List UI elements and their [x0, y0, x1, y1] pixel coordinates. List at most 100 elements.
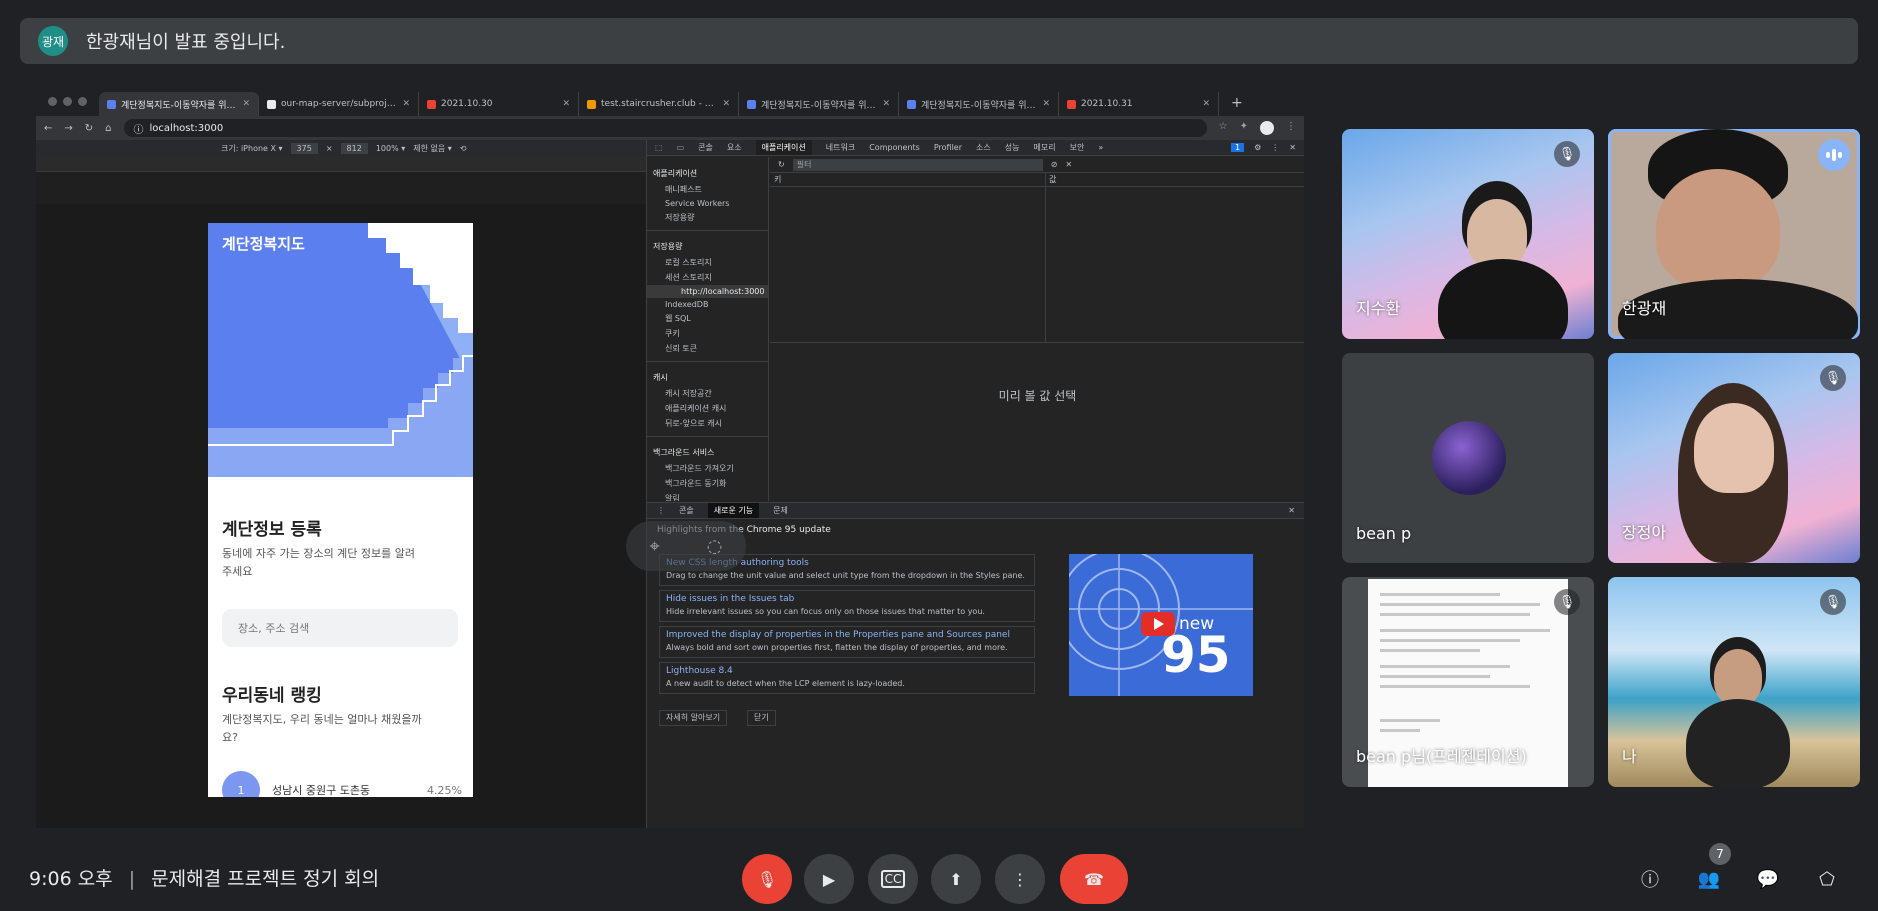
devtools-tab[interactable]: 보안 — [1070, 142, 1085, 153]
inspect-icon[interactable]: ⬚ — [655, 143, 663, 152]
window-controls[interactable] — [36, 97, 99, 116]
self-tile[interactable]: 🎙 나 — [1608, 577, 1860, 787]
devtools-tab[interactable]: 콘솔 — [698, 142, 713, 153]
drawer-menu-icon[interactable]: ⋮ — [657, 506, 665, 515]
rotate-icon[interactable]: ⟲ — [460, 144, 467, 153]
devtools-menu-icon[interactable]: ⋮ — [1271, 143, 1279, 152]
tab-close-icon[interactable]: ✕ — [722, 99, 730, 109]
tab-close-icon[interactable]: ✕ — [882, 99, 890, 109]
more-options-button[interactable]: ⋮ — [995, 854, 1045, 904]
whats-new-feature[interactable]: Hide issues in the Issues tab Hide irrele… — [659, 590, 1035, 622]
zoom-select[interactable]: 100% ▾ — [376, 144, 405, 153]
participant-tile[interactable]: 🎙 장정아 — [1608, 353, 1860, 563]
devtools-tab[interactable]: » — [1098, 143, 1103, 152]
filter-input[interactable]: 필터 — [792, 158, 1043, 171]
sidebar-item[interactable]: 세션 스토리지 — [647, 270, 768, 285]
tab-close-icon[interactable]: ✕ — [562, 99, 570, 109]
devtools-tab[interactable]: 애플리케이션 — [755, 140, 812, 155]
browser-tab[interactable]: 계단정복지도-이동약자를 위한 접근성 ✕ — [899, 92, 1059, 116]
drawer-tab[interactable]: 새로운 기능 — [707, 503, 760, 518]
sidebar-item[interactable]: http://localhost:3000 — [647, 285, 768, 298]
presentation-tile[interactable]: 🎙 bean p님(프레젠테이션) — [1342, 577, 1594, 787]
refresh-icon[interactable]: ↻ — [778, 160, 785, 169]
camera-toggle-button[interactable]: ▶ — [804, 854, 854, 904]
feature-title[interactable]: Hide issues in the Issues tab — [666, 594, 1028, 604]
fullscreen-icon[interactable]: ◌ — [707, 536, 723, 557]
sidebar-item[interactable]: Service Workers — [647, 197, 768, 210]
bookmark-star-icon[interactable]: ☆ — [1219, 121, 1228, 135]
whats-new-feature[interactable]: Improved the display of properties in th… — [659, 626, 1035, 658]
sidebar-item[interactable]: 알림 — [647, 491, 768, 501]
sidebar-item[interactable]: 뒤로-앞으로 캐시 — [647, 416, 768, 431]
key-column[interactable]: 키 — [770, 173, 1045, 186]
learn-more-button[interactable]: 자세히 알아보기 — [659, 710, 728, 726]
drawer-close-icon[interactable]: ✕ — [1288, 506, 1295, 515]
browser-tab[interactable]: 계단정복지도-이동약자를 위한 접근성 ✕ — [739, 92, 899, 116]
devtools-tab[interactable]: 메모리 — [1033, 142, 1055, 153]
sidebar-item[interactable]: 저장용량 — [647, 210, 768, 225]
devtools-tab[interactable]: 요소 — [727, 142, 742, 153]
device-width-input[interactable]: 375 — [290, 142, 318, 154]
browser-tab[interactable]: test.staircrusher.club - S3 bucket ✕ — [579, 92, 739, 116]
home-icon[interactable]: ⌂ — [105, 123, 111, 134]
browser-tab[interactable]: 계단정복지도-이동약자를 위한 접근성 ✕ — [99, 92, 259, 116]
sidebar-item[interactable]: IndexedDB — [647, 298, 768, 311]
devtools-tab[interactable]: Profiler — [934, 143, 962, 152]
chrome-95-video-thumbnail[interactable]: new 95 — [1069, 554, 1253, 696]
shared-screen[interactable]: 계단정복지도-이동약자를 위한 접근성✕our-map-server/subpr… — [36, 86, 1304, 828]
leave-call-button[interactable]: ☎ — [1060, 854, 1128, 904]
devtools-tab[interactable]: 성능 — [1005, 142, 1020, 153]
reload-icon[interactable]: ↻ — [85, 123, 93, 134]
chat-icon[interactable]: 💬 — [1753, 864, 1783, 894]
sidebar-item[interactable]: 백그라운드 동기화 — [647, 476, 768, 491]
sidebar-item[interactable]: 쿠키 — [647, 326, 768, 341]
new-tab-icon[interactable]: + — [1219, 95, 1255, 116]
activities-icon[interactable]: ⬠ — [1812, 864, 1842, 894]
browser-tab[interactable]: 2021.10.31 ✕ — [1059, 92, 1219, 116]
unpin-icon[interactable]: ⌖ — [650, 536, 660, 557]
participant-tile[interactable]: bean p — [1342, 353, 1594, 563]
feature-title[interactable]: Improved the display of properties in th… — [666, 630, 1028, 640]
meeting-details-icon[interactable]: ⓘ — [1635, 864, 1665, 894]
clear-all-icon[interactable]: ⊘ — [1051, 160, 1058, 169]
sidebar-item[interactable]: 로컬 스토리지 — [647, 255, 768, 270]
issues-badge[interactable]: 1 — [1231, 143, 1245, 152]
whats-new-feature[interactable]: Lighthouse 8.4 A new audit to detect when… — [659, 662, 1035, 694]
storage-table[interactable] — [770, 173, 1304, 343]
forward-icon[interactable]: → — [64, 123, 72, 134]
place-search-input[interactable] — [222, 609, 458, 647]
sidebar-item[interactable]: 신뢰 토큰 — [647, 341, 768, 356]
extensions-icon[interactable]: ✦ — [1240, 121, 1248, 135]
tab-close-icon[interactable]: ✕ — [242, 99, 250, 109]
ranking-row[interactable]: 1 성남시 중원구 도촌동 4.25% — [222, 771, 462, 797]
value-column[interactable]: 값 — [1045, 173, 1056, 186]
present-button[interactable]: ⬆ — [931, 854, 981, 904]
drawer-tab[interactable]: 콘솔 — [679, 505, 694, 516]
participant-tile[interactable]: 🎙 지수환 — [1342, 129, 1594, 339]
delete-selected-icon[interactable]: ✕ — [1065, 160, 1072, 169]
devtools-tab[interactable]: 네트워크 — [826, 142, 855, 153]
sidebar-item[interactable]: 캐시 저장공간 — [647, 386, 768, 401]
drawer-tab[interactable]: 문제 — [773, 505, 788, 516]
tab-close-icon[interactable]: ✕ — [1202, 99, 1210, 109]
participant-tile-speaking[interactable]: 한광재 — [1608, 129, 1860, 339]
device-toggle-icon[interactable]: ▭ — [677, 143, 685, 152]
device-height-input[interactable]: 812 — [340, 142, 368, 154]
pin-overlay[interactable]: ⌖ ◌ — [626, 521, 746, 571]
sidebar-item[interactable]: 매니페스트 — [647, 182, 768, 197]
mic-toggle-button[interactable]: 🎙 — [742, 854, 792, 904]
browser-tab[interactable]: our-map-server/subprojects ✕ — [259, 92, 419, 116]
sidebar-item[interactable]: 백그라운드 가져오기 — [647, 461, 768, 476]
people-icon[interactable]: 👥 — [1694, 864, 1724, 894]
settings-gear-icon[interactable]: ⚙ — [1254, 143, 1261, 152]
browser-menu-icon[interactable]: ⋮ — [1286, 121, 1296, 135]
devtools-tab[interactable]: 소스 — [976, 142, 991, 153]
back-icon[interactable]: ← — [44, 123, 52, 134]
devtools-close-icon[interactable]: ✕ — [1289, 143, 1296, 152]
hamburger-menu-icon[interactable]: ☰ — [447, 233, 461, 252]
close-whats-new-button[interactable]: 닫기 — [747, 710, 776, 726]
captions-button[interactable]: CC — [868, 854, 918, 904]
device-select[interactable]: 크기: iPhone X ▾ — [221, 143, 283, 154]
sidebar-item[interactable]: 애플리케이션 캐시 — [647, 401, 768, 416]
tab-close-icon[interactable]: ✕ — [402, 99, 410, 109]
